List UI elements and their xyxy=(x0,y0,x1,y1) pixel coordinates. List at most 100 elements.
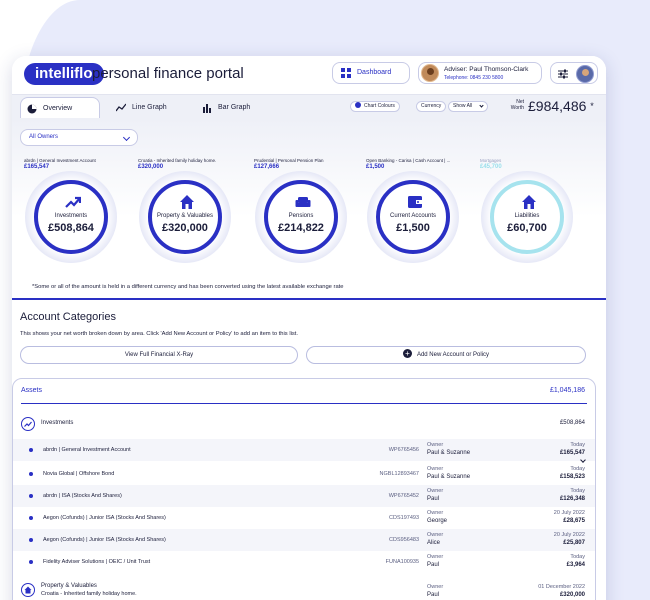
group-name: Investments xyxy=(41,420,74,426)
tile-property-valuables[interactable]: Croatia - Inherited family holiday home.… xyxy=(138,158,244,263)
tab-bar-graph[interactable]: Bar Graph xyxy=(196,97,266,119)
user-avatar[interactable] xyxy=(576,65,594,83)
tile-current-accounts[interactable]: Open Banking - Carisa | Cash Account | .… xyxy=(366,158,472,263)
row-date: 01 December 2022 xyxy=(538,584,585,590)
house-icon xyxy=(180,195,194,209)
row-owner-label: Owner xyxy=(427,532,444,538)
row-date: 20 July 2022 xyxy=(553,510,585,516)
table-row[interactable]: Novia Global | Offshore Bond NGBL1289346… xyxy=(13,463,595,485)
row-bullet xyxy=(29,472,33,476)
tile-liabilities[interactable]: Mortgages £45,700 Liabilities £60,700 xyxy=(480,158,586,263)
table-row[interactable]: abrdn | ISA (Stocks And Shares) WP676545… xyxy=(13,485,595,507)
group-property-valuables[interactable]: Property & Valuables Croatia - Inherited… xyxy=(13,579,595,600)
chevron-down-icon xyxy=(479,103,484,108)
tile-circle: Liabilities £60,700 xyxy=(490,180,564,254)
currency-label: Currency xyxy=(421,103,442,109)
tile-pensions[interactable]: Prudential | Personal Pension Plan £127,… xyxy=(254,158,360,263)
chevron-down-icon[interactable] xyxy=(580,457,586,463)
dashboard-label: Dashboard xyxy=(357,69,392,76)
table-row[interactable]: Fidelity Adviser Solutions | OEIC / Unit… xyxy=(13,551,595,573)
tile-source: Croatia - Inherited family holiday home. xyxy=(138,158,217,163)
group-investments[interactable]: Investments £508,864 xyxy=(13,413,595,435)
tile-label: Investments xyxy=(54,213,88,219)
row-amount: £126,348 xyxy=(559,496,585,502)
tile-circle: Pensions £214,822 xyxy=(264,180,338,254)
row-name: Aegon (Cofunds) | Junior ISA (Stocks And… xyxy=(43,537,166,543)
tile-source-amount: £127,666 xyxy=(254,164,280,170)
portal-title: personal finance portal xyxy=(92,65,244,82)
row-owner: George xyxy=(427,518,448,524)
owners-select-value: All Owners xyxy=(29,134,59,140)
currency-select[interactable]: Show All xyxy=(448,101,488,112)
row-date: Today xyxy=(570,554,585,560)
sliders-icon xyxy=(558,69,568,79)
row-bullet xyxy=(29,538,33,542)
tab-line-graph[interactable]: Line Graph xyxy=(110,97,180,119)
row-reference: NGBL12893467 xyxy=(379,471,419,477)
dashboard-icon xyxy=(341,68,351,78)
row-owner-label: Owner xyxy=(427,584,444,590)
pie-chart-icon xyxy=(27,104,37,114)
owners-select[interactable]: All Owners xyxy=(20,129,138,146)
row-owner-label: Owner xyxy=(427,554,444,560)
row-reference: WP6765456 xyxy=(388,447,419,453)
row-owner: Paul & Suzanne xyxy=(427,474,471,480)
dashboard-button[interactable]: Dashboard xyxy=(332,62,410,84)
bar-graph-icon xyxy=(203,104,211,113)
row-bullet xyxy=(29,494,33,498)
plus-icon: + xyxy=(402,348,412,358)
tile-ring: Current Accounts £1,500 xyxy=(367,171,459,263)
row-owner: Paul xyxy=(427,592,440,598)
net-worth-value: £984,486 * xyxy=(528,96,594,116)
adviser-name: Adviser: Paul Thomson-Clark xyxy=(444,66,529,73)
house-icon xyxy=(522,195,536,209)
tab-bar-graph-label: Bar Graph xyxy=(218,104,251,111)
adviser-card[interactable]: Adviser: Paul Thomson-Clark Telephone: 0… xyxy=(418,62,542,84)
account-categories-title: Account Categories xyxy=(20,311,116,323)
tile-ring: Property & Valuables £320,000 xyxy=(139,171,231,263)
assets-header[interactable]: Assets £1,045,186 xyxy=(13,379,595,404)
settings-button[interactable] xyxy=(550,62,598,84)
row-bullet xyxy=(29,448,33,452)
tile-value: £214,822 xyxy=(278,222,324,234)
row-bullet xyxy=(29,516,33,520)
row-amount: £3,964 xyxy=(566,562,585,568)
table-row[interactable]: abrdn | General Investment Account WP676… xyxy=(13,439,595,463)
row-name: Aegon (Cofunds) | Junior ISA (Stocks And… xyxy=(43,515,166,521)
table-row[interactable]: Aegon (Cofunds) | Junior ISA (Stocks And… xyxy=(13,529,595,551)
group-value: £508,864 xyxy=(559,420,585,426)
currency-label-chip: Currency xyxy=(416,101,447,112)
palette-icon xyxy=(355,102,361,109)
tile-label: Current Accounts xyxy=(389,213,437,219)
row-bullet xyxy=(29,560,33,564)
assets-panel: Assets £1,045,186 Investments £508,864 a… xyxy=(12,378,596,600)
assets-total: £1,045,186 xyxy=(549,387,585,394)
tile-value: £1,500 xyxy=(396,222,430,234)
section-divider xyxy=(12,298,606,300)
tile-source-amount: £1,500 xyxy=(366,164,385,170)
tile-ring: Investments £508,864 xyxy=(25,171,117,263)
table-row[interactable]: Aegon (Cofunds) | Junior ISA (Stocks And… xyxy=(13,507,595,529)
group-icon xyxy=(21,417,35,431)
group-name: Property & Valuables xyxy=(41,583,97,589)
header: intelliflo personal finance portal Dashb… xyxy=(12,56,606,94)
row-name: Fidelity Adviser Solutions | OEIC / Unit… xyxy=(43,559,151,565)
view-xray-button[interactable]: View Full Financial X-Ray xyxy=(20,346,298,364)
tile-label: Property & Valuables xyxy=(157,213,213,219)
tile-investments[interactable]: abrdn | General Investment Account £165,… xyxy=(24,158,130,263)
tab-bar: Overview Line Graph Bar Graph Chart Colo… xyxy=(12,94,606,119)
add-account-button[interactable]: + Add New Account or Policy xyxy=(306,346,586,364)
net-worth-label: Net Worth xyxy=(510,99,524,111)
tab-overview[interactable]: Overview xyxy=(20,97,100,119)
row-amount: £158,523 xyxy=(559,474,585,480)
row-owner-label: Owner xyxy=(427,510,444,516)
row-owner: Paul & Suzanne xyxy=(427,450,471,456)
currency-note: *Some or all of the amount is held in a … xyxy=(32,284,344,290)
chart-colours-button[interactable]: Chart Colours xyxy=(350,101,400,112)
row-reference: CDS956483 xyxy=(389,537,419,543)
tile-source: Prudential | Personal Pension Plan xyxy=(254,158,324,163)
row-date: 20 July 2022 xyxy=(553,532,585,538)
portal-window: intelliflo personal finance portal Dashb… xyxy=(12,56,606,600)
row-date: Today xyxy=(570,466,585,472)
assets-title: Assets xyxy=(21,387,43,394)
